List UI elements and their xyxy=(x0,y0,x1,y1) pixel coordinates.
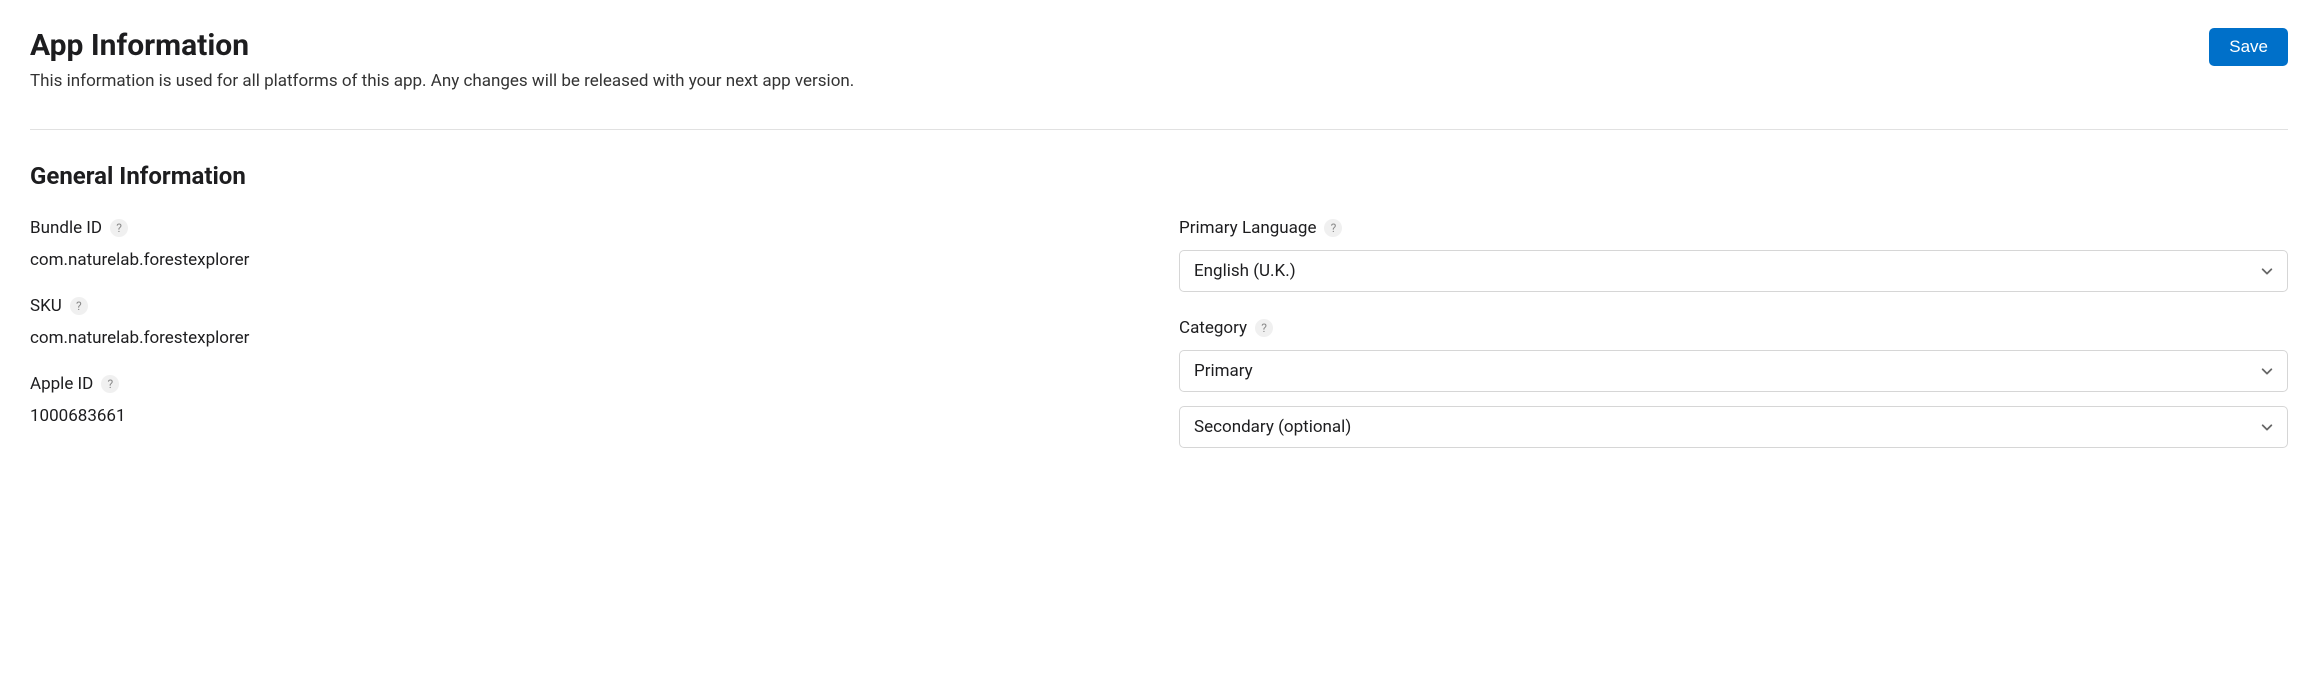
primary-language-field: Primary Language ? English (U.K.) xyxy=(1179,218,2288,292)
primary-language-label: Primary Language xyxy=(1179,218,1316,238)
help-icon[interactable]: ? xyxy=(101,375,119,393)
right-column: Primary Language ? English (U.K.) Catego… xyxy=(1179,218,2288,474)
category-secondary-select[interactable]: Secondary (optional) xyxy=(1179,406,2288,448)
bundle-id-value: com.naturelab.forestexplorer xyxy=(30,250,1139,270)
help-icon[interactable]: ? xyxy=(1255,319,1273,337)
left-column: Bundle ID ? com.naturelab.forestexplorer… xyxy=(30,218,1139,474)
category-primary-select[interactable]: Primary xyxy=(1179,350,2288,392)
section-title: General Information xyxy=(30,162,2288,190)
apple-id-field: Apple ID ? 1000683661 xyxy=(30,374,1139,426)
bundle-id-field: Bundle ID ? com.naturelab.forestexplorer xyxy=(30,218,1139,270)
help-icon[interactable]: ? xyxy=(70,297,88,315)
sku-field: SKU ? com.naturelab.forestexplorer xyxy=(30,296,1139,348)
category-label: Category xyxy=(1179,318,1247,338)
apple-id-label: Apple ID xyxy=(30,374,93,394)
save-button[interactable]: Save xyxy=(2209,28,2288,66)
primary-language-select[interactable]: English (U.K.) xyxy=(1179,250,2288,292)
category-field: Category ? Primary Secondary (optional) xyxy=(1179,318,2288,448)
page-description: This information is used for all platfor… xyxy=(30,71,2209,91)
help-icon[interactable]: ? xyxy=(110,219,128,237)
sku-label: SKU xyxy=(30,296,62,316)
section-divider xyxy=(30,129,2288,130)
apple-id-value: 1000683661 xyxy=(30,406,1139,426)
help-icon[interactable]: ? xyxy=(1324,219,1342,237)
bundle-id-label: Bundle ID xyxy=(30,218,102,238)
page-title: App Information xyxy=(30,28,2209,63)
sku-value: com.naturelab.forestexplorer xyxy=(30,328,1139,348)
